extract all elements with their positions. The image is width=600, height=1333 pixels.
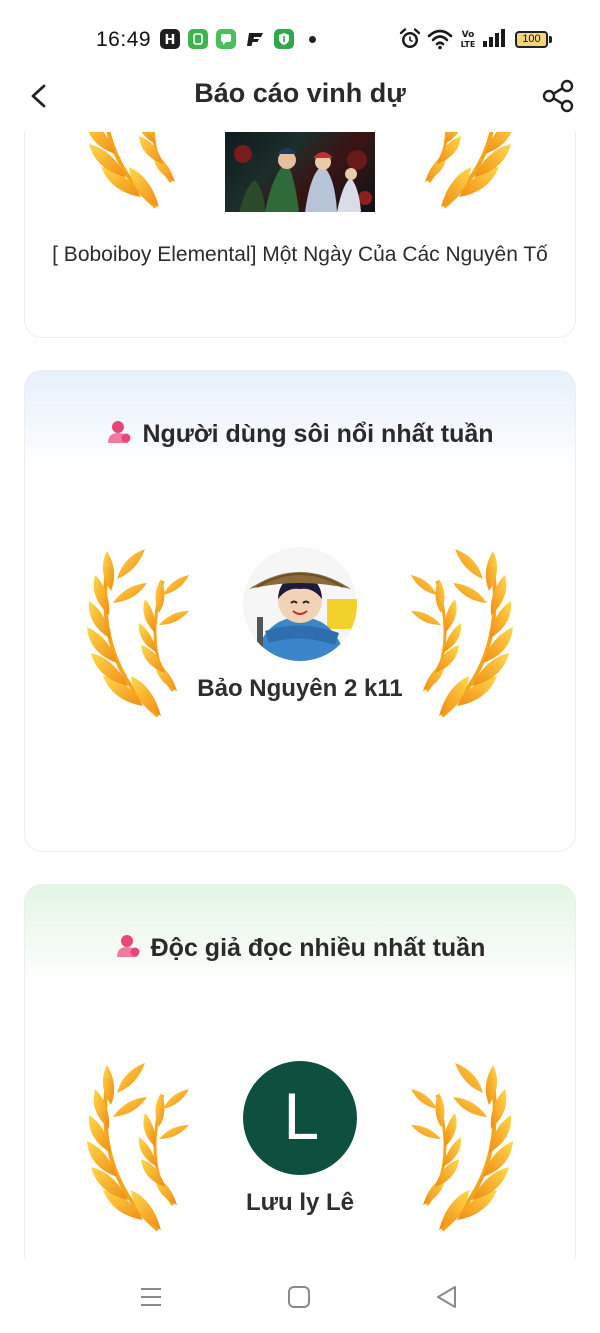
- green-app-icon: [188, 29, 208, 49]
- svg-text:Vo: Vo: [462, 30, 475, 40]
- status-time: 16:49: [96, 28, 152, 51]
- laurel-left-icon: [83, 132, 189, 209]
- alarm-icon: [398, 26, 422, 54]
- home-button[interactable]: [284, 1282, 314, 1312]
- volte-icon: Vo LTE: [459, 26, 477, 54]
- svg-text:H: H: [165, 33, 176, 48]
- section-header: Người dùng sôi nổi nhất tuần: [25, 419, 575, 449]
- avatar[interactable]: L: [243, 1061, 357, 1175]
- share-icon: [542, 79, 574, 113]
- nav-back-button[interactable]: [432, 1282, 462, 1312]
- battery-icon: 100: [515, 31, 548, 48]
- person-icon: [116, 935, 140, 957]
- laurel-right-icon: [409, 1061, 515, 1232]
- story-cover-image[interactable]: [225, 132, 375, 212]
- home-icon: [288, 1286, 310, 1308]
- h-app-icon: H: [160, 29, 180, 49]
- back-triangle-icon: [437, 1286, 456, 1308]
- menu-button[interactable]: [136, 1282, 166, 1312]
- wifi-icon: [427, 26, 453, 54]
- most-active-user-card: Người dùng sôi nổi nhất tuần Bảo Nguyên …: [24, 370, 576, 852]
- battery-level: 100: [522, 33, 541, 45]
- laurel-right-icon: [411, 132, 517, 209]
- f-app-icon: [244, 29, 264, 49]
- system-nav-bar: [0, 1258, 600, 1333]
- winner-name[interactable]: Bảo Nguyên 2 k11: [175, 673, 425, 704]
- signal-icon: [481, 26, 509, 54]
- svg-text:LTE: LTE: [461, 40, 476, 49]
- app-header: Báo cáo vinh dự: [0, 60, 600, 132]
- top-reader-card: Độc giả đọc nhiều nhất tuần L Lưu ly Lê: [24, 884, 576, 1258]
- section-title: Độc giả đọc nhiều nhất tuần: [150, 934, 486, 962]
- menu-icon: [141, 1288, 161, 1306]
- story-title[interactable]: [ Boboiboy Elemental] Một Ngày Của Các N…: [45, 242, 555, 268]
- winner-name[interactable]: Lưu ly Lê: [175, 1187, 425, 1218]
- top-story-card[interactable]: [ Boboiboy Elemental] Một Ngày Của Các N…: [24, 132, 576, 338]
- report-content[interactable]: [ Boboiboy Elemental] Một Ngày Của Các N…: [0, 132, 600, 1258]
- laurel-right-icon: [409, 547, 515, 718]
- avatar[interactable]: [243, 547, 357, 661]
- person-icon: [108, 421, 131, 443]
- share-button[interactable]: [540, 78, 576, 114]
- section-title: Người dùng sôi nổi nhất tuần: [142, 420, 494, 448]
- notification-dot: [309, 36, 316, 43]
- page-title: Báo cáo vinh dự: [194, 78, 406, 108]
- section-header: Độc giả đọc nhiều nhất tuần: [25, 933, 575, 963]
- message-app-icon: [216, 29, 236, 49]
- battery-cap: [549, 36, 552, 43]
- shield-app-icon: [274, 29, 294, 49]
